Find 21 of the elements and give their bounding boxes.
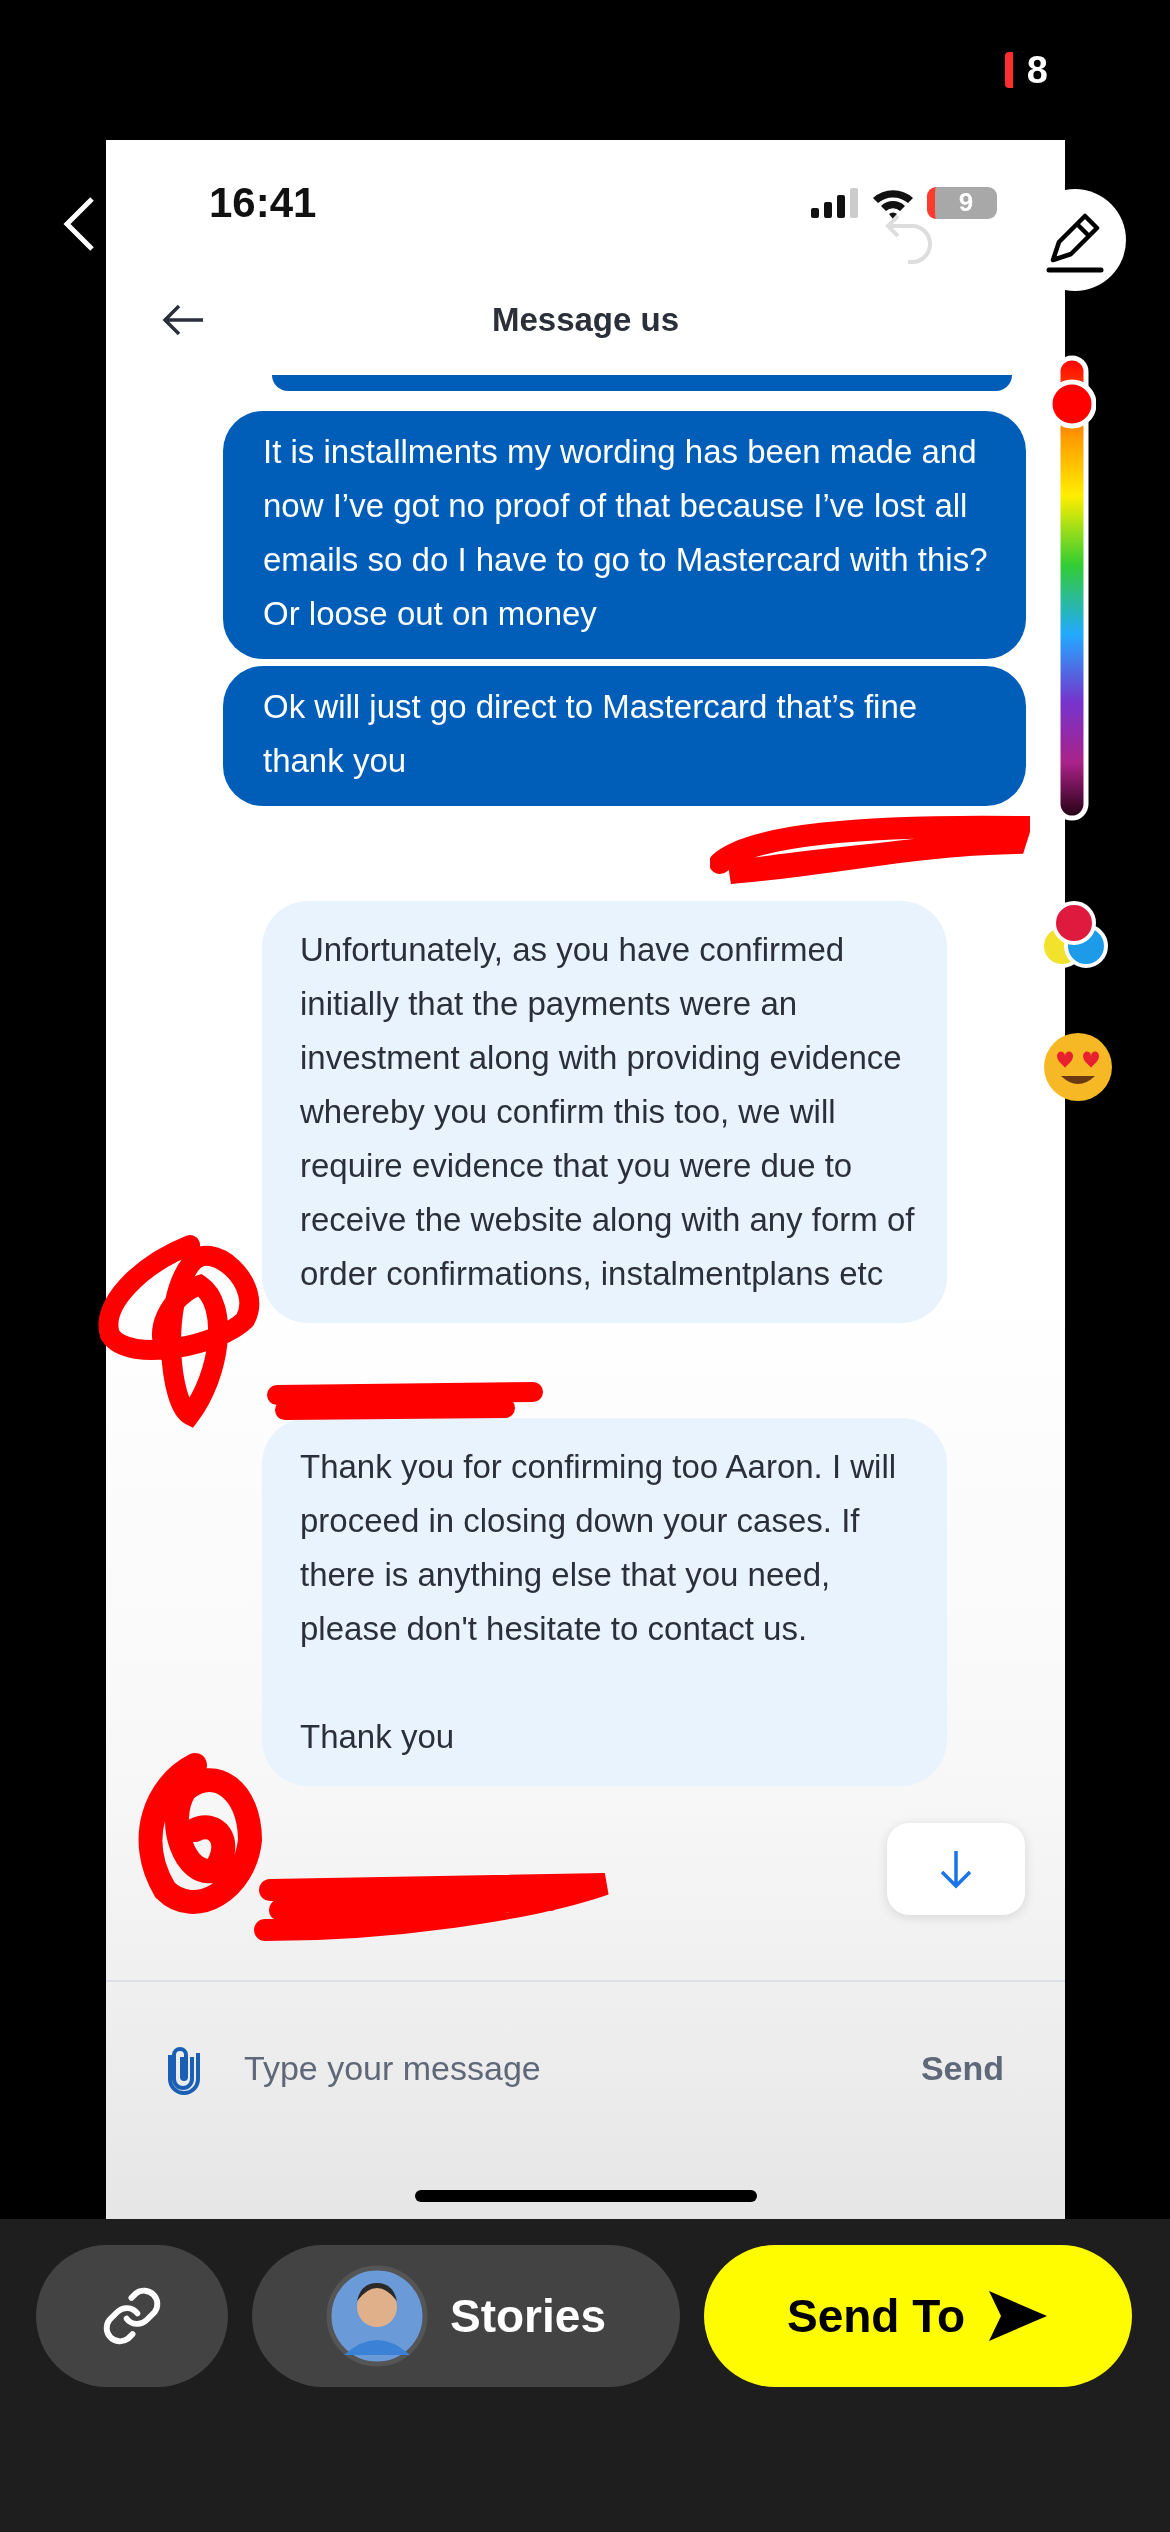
avatar-icon: [326, 2265, 428, 2367]
sent-message: Ok will just go direct to Mastercard that’s fine thank you: [223, 666, 1026, 806]
send-to-button[interactable]: Send To: [704, 2245, 1132, 2387]
scroll-down-button[interactable]: [887, 1823, 1025, 1915]
signal-icon: [811, 187, 859, 218]
send-arrow-icon: [987, 2289, 1049, 2343]
back-arrow-icon[interactable]: [161, 303, 205, 337]
header-title: Message us: [491, 301, 680, 339]
emoji-icon[interactable]: [1043, 1032, 1113, 1102]
counter: 8: [1026, 48, 1048, 92]
back-chevron-icon[interactable]: [62, 196, 96, 252]
battery-icon: 9: [927, 186, 997, 219]
status-time: 16:41: [209, 178, 317, 227]
counter-mark: [1004, 52, 1013, 88]
message-input-field[interactable]: Type your message: [242, 2048, 915, 2089]
received-message: Unfortunately, as you have confirmed initially that the payments were an investment along with providing evidence whereby you confirm this too, we will require evidence that you were due to receive the website along with any form of order confirmations, instalmentplans etc: [262, 901, 947, 1323]
send-button[interactable]: Send: [914, 2048, 1010, 2089]
down-arrow-icon: [939, 1849, 973, 1889]
received-message: Thank you for confirming too Aaron. I will proceed in closing down your cases. If there is anything else that you need, please don't hesitate to contact us. Thank you: [262, 1418, 947, 1786]
stories-button[interactable]: Stories: [252, 2245, 680, 2387]
sent-message: It is installments my wording has been made and now I’ve got no proof of that because I’ve lost all emails so do I have to go to Mastercard with this? Or loose out on money: [223, 411, 1026, 659]
